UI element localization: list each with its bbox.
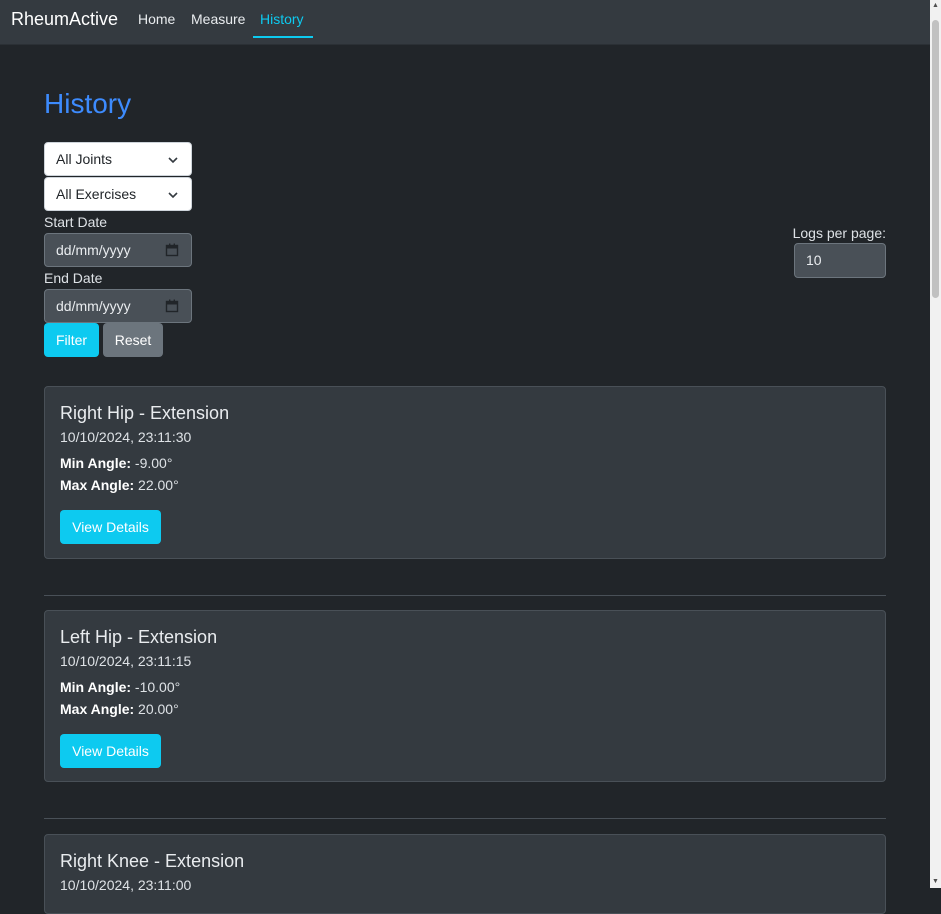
log-card: Right Knee - Extension 10/10/2024, 23:11…: [44, 834, 886, 914]
joint-select[interactable]: All Joints: [44, 142, 192, 176]
scroll-down-arrow-icon[interactable]: ▼: [930, 876, 941, 888]
log-date: 10/10/2024, 23:11:00: [60, 877, 192, 893]
reset-button[interactable]: Reset: [103, 323, 163, 357]
active-tab-indicator: [253, 36, 313, 38]
min-angle-label: Min Angle:: [60, 455, 132, 471]
min-angle: Min Angle: -10.00°: [60, 679, 180, 695]
navbar: RheumActive Home Measure History: [0, 0, 930, 45]
min-angle-label: Min Angle:: [60, 679, 132, 695]
nav-measure[interactable]: Measure: [191, 11, 245, 27]
calendar-icon[interactable]: [165, 299, 179, 313]
scrollbar-thumb[interactable]: [932, 20, 939, 298]
log-title: Left Hip - Extension: [60, 627, 218, 647]
exercise-select[interactable]: All Exercises: [44, 177, 192, 211]
divider: [44, 818, 886, 819]
start-date-input[interactable]: dd/mm/yyyy: [44, 233, 192, 267]
start-date-placeholder: dd/mm/yyyy: [56, 242, 131, 258]
end-date-placeholder: dd/mm/yyyy: [56, 298, 131, 314]
view-details-button[interactable]: View Details: [60, 734, 161, 768]
joint-select-value: All Joints: [56, 151, 113, 167]
min-angle: Min Angle: -9.00°: [60, 455, 172, 471]
logs-per-page-input[interactable]: 10: [794, 243, 886, 278]
scroll-up-arrow-icon[interactable]: ▲: [930, 0, 941, 12]
start-date-label: Start Date: [44, 214, 108, 230]
min-angle-value: -9.00°: [134, 455, 173, 471]
logs-per-page-label: Logs per page:: [792, 225, 886, 241]
exercise-select-value: All Exercises: [56, 186, 137, 202]
page-title: History: [44, 88, 132, 119]
log-date: 10/10/2024, 23:11:30: [60, 429, 192, 445]
max-angle-label: Max Angle:: [60, 701, 135, 717]
brand-logo[interactable]: RheumActive: [11, 9, 118, 30]
vertical-scrollbar[interactable]: ▲ ▼: [930, 0, 941, 888]
filter-button[interactable]: Filter: [44, 323, 99, 357]
max-angle-value: 22.00°: [138, 477, 179, 493]
chevron-down-icon: [168, 157, 178, 164]
end-date-label: End Date: [44, 270, 103, 286]
nav-history[interactable]: History: [260, 11, 304, 27]
max-angle: Max Angle: 22.00°: [60, 477, 179, 493]
chevron-down-icon: [168, 192, 178, 199]
log-card: Right Hip - Extension 10/10/2024, 23:11:…: [44, 386, 886, 559]
log-card: Left Hip - Extension 10/10/2024, 23:11:1…: [44, 610, 886, 782]
max-angle-value: 20.00°: [138, 701, 179, 717]
log-title: Right Hip - Extension: [60, 403, 230, 423]
end-date-input[interactable]: dd/mm/yyyy: [44, 289, 192, 323]
max-angle: Max Angle: 20.00°: [60, 701, 179, 717]
log-date: 10/10/2024, 23:11:15: [60, 653, 192, 669]
min-angle-value: -10.00°: [134, 679, 181, 695]
divider: [44, 595, 886, 596]
max-angle-label: Max Angle:: [60, 477, 135, 493]
nav-home[interactable]: Home: [138, 11, 175, 27]
view-details-button[interactable]: View Details: [60, 510, 161, 544]
log-title: Right Knee - Extension: [60, 851, 245, 871]
calendar-icon[interactable]: [165, 243, 179, 257]
